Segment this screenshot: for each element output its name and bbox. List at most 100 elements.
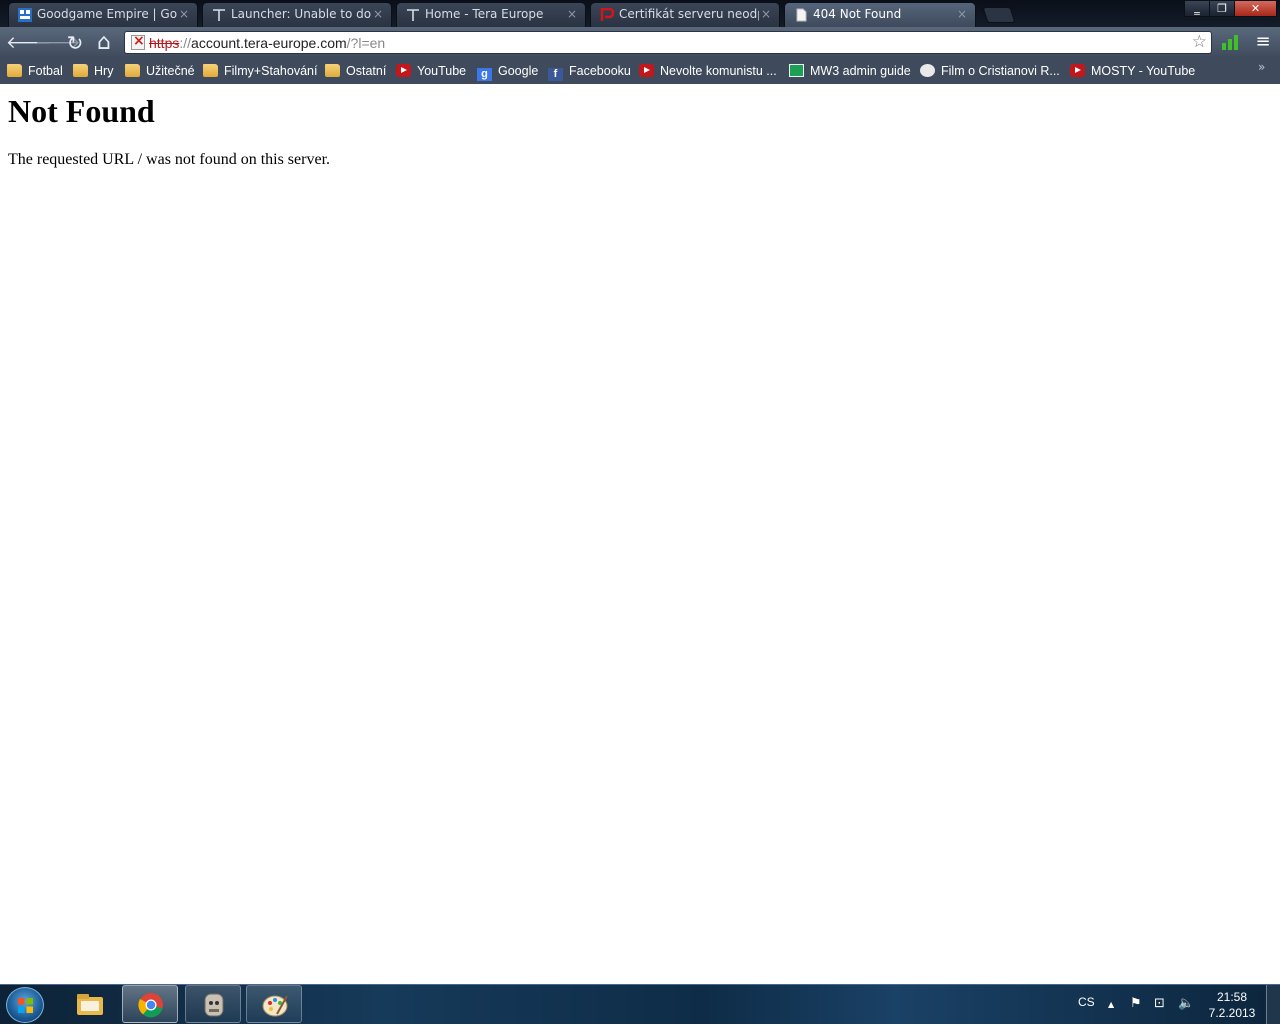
- clock-time: 21:58: [1216, 990, 1248, 1004]
- bookmark-star-icon[interactable]: ☆: [1192, 32, 1207, 52]
- tera-icon: [407, 9, 419, 21]
- tab-close-icon[interactable]: ×: [957, 7, 967, 21]
- bookmark-label: MW3 admin guide: [810, 64, 911, 78]
- navigation-toolbar: 🡐 🡒 ↻ ⌂ × https://account.tera-europe.co…: [0, 27, 1280, 58]
- paint-palette-icon: [262, 995, 288, 1017]
- tray-expand-icon[interactable]: ▲: [1108, 1000, 1114, 1009]
- tab-certificate[interactable]: Certifikát serveru neodpo ×: [590, 2, 780, 27]
- taskbar-explorer[interactable]: [62, 985, 118, 1023]
- windows-taskbar: CS ▲ ⚑ ⊡ 🔈 21:58 7.2.2013: [0, 984, 1280, 1025]
- bookmark-label: Nevolte komunistu ...: [660, 64, 777, 78]
- page-content: Not Found The requested URL / was not fo…: [0, 84, 1280, 984]
- home-button[interactable]: ⌂: [93, 32, 115, 54]
- spreadsheet-icon: [789, 64, 804, 77]
- folder-explorer-icon: [77, 994, 103, 1015]
- bookmark-mw3[interactable]: MW3 admin guide: [789, 62, 911, 80]
- tab-title: Launcher: Unable to down: [231, 7, 371, 21]
- bookmark-facebooku[interactable]: f Facebooku: [548, 62, 631, 81]
- bookmark-label: Film o Cristianovi R...: [941, 64, 1060, 78]
- real-madrid-icon: [920, 64, 935, 77]
- tab-close-icon[interactable]: ×: [373, 7, 383, 21]
- start-button[interactable]: [6, 987, 44, 1023]
- bookmark-youtube[interactable]: YouTube: [396, 62, 466, 80]
- close-window-button[interactable]: ✕: [1234, 0, 1277, 17]
- show-desktop-button[interactable]: [1266, 985, 1280, 1025]
- page-heading: Not Found: [8, 93, 155, 129]
- tab-close-icon[interactable]: ×: [179, 7, 189, 21]
- url-separator: ://: [179, 35, 192, 51]
- reload-button[interactable]: ↻: [64, 32, 86, 54]
- browser-window-frame: Goodgame Empire | Good × Launcher: Unabl…: [0, 0, 1280, 84]
- page-icon: [796, 8, 807, 22]
- new-tab-button[interactable]: [982, 7, 1016, 23]
- url-scheme: https: [149, 35, 180, 51]
- volume-icon[interactable]: 🔈: [1178, 996, 1194, 1011]
- taskbar-paint[interactable]: [246, 985, 302, 1023]
- facebook-icon: f: [548, 68, 563, 81]
- tab-title: Certifikát serveru neodpo: [619, 7, 759, 21]
- folder-icon: [73, 64, 88, 77]
- clock-date: 7.2.2013: [1208, 1006, 1256, 1020]
- bookmarks-bar: Fotbal Hry Užitečné Filmy+Stahování Osta…: [0, 58, 1280, 84]
- taskbar-chrome[interactable]: [122, 985, 178, 1023]
- minimize-button[interactable]: ‗: [1184, 0, 1210, 17]
- bookmark-label: Fotbal: [28, 64, 63, 78]
- chrome-menu-icon[interactable]: ≡: [1254, 32, 1272, 52]
- network-icon[interactable]: ⊡: [1154, 996, 1165, 1011]
- bookmark-hry[interactable]: Hry: [73, 62, 113, 80]
- google-icon: g: [477, 68, 492, 81]
- bookmark-label: Ostatní: [346, 64, 387, 78]
- bookmark-label: Užitečné: [146, 64, 195, 78]
- system-clock[interactable]: 21:58 7.2.2013: [1204, 989, 1260, 1021]
- bookmark-film-cristiano[interactable]: Film o Cristianovi R...: [920, 62, 1060, 80]
- bookmark-uzitecne[interactable]: Užitečné: [125, 62, 195, 80]
- bookmark-label: Facebooku: [569, 64, 631, 78]
- folder-icon: [125, 64, 140, 77]
- bookmark-ostatni[interactable]: Ostatní: [325, 62, 386, 80]
- bookmark-label: Filmy+Stahování: [224, 64, 318, 78]
- tab-strip: Goodgame Empire | Good × Launcher: Unabl…: [0, 0, 1280, 27]
- bookmark-label: Hry: [94, 64, 114, 78]
- chrome-icon: [138, 993, 163, 1018]
- tab-title: Goodgame Empire | Good: [37, 7, 177, 21]
- bookmark-fotbal[interactable]: Fotbal: [7, 62, 63, 80]
- security-warning-icon[interactable]: ×: [131, 33, 145, 50]
- tab-title: Home - Tera Europe: [425, 7, 544, 21]
- taskbar-game-launcher[interactable]: [185, 985, 241, 1023]
- tab-tera-home[interactable]: Home - Tera Europe ×: [396, 2, 586, 27]
- back-button[interactable]: 🡐: [6, 32, 52, 54]
- extension-signal-icon[interactable]: [1221, 33, 1239, 51]
- action-center-flag-icon[interactable]: ⚑: [1130, 996, 1142, 1011]
- url-text[interactable]: https://account.tera-europe.com/?l=en: [149, 35, 385, 51]
- bookmark-filmy[interactable]: Filmy+Stahování: [203, 62, 317, 80]
- security-x: ×: [133, 33, 145, 49]
- tab-404[interactable]: 404 Not Found ×: [784, 2, 976, 27]
- tab-launcher[interactable]: Launcher: Unable to down ×: [202, 2, 392, 27]
- tab-title: 404 Not Found: [813, 7, 902, 21]
- bookmarks-overflow-icon[interactable]: »: [1258, 60, 1265, 74]
- url-path: /?l=en: [346, 35, 386, 51]
- tab-goodgame[interactable]: Goodgame Empire | Good ×: [8, 2, 198, 27]
- restore-button[interactable]: ❐: [1209, 0, 1235, 17]
- bookmark-nevolte[interactable]: Nevolte komunistu ...: [639, 62, 777, 80]
- language-indicator[interactable]: CS: [1078, 995, 1095, 1009]
- bookmark-label: YouTube: [417, 64, 467, 78]
- forward-button[interactable]: 🡒: [35, 32, 81, 54]
- windows-logo-icon: [18, 998, 33, 1013]
- bookmark-label: MOSTY - YouTube: [1091, 64, 1196, 78]
- goodgame-icon: [18, 8, 32, 22]
- tab-close-icon[interactable]: ×: [567, 7, 577, 21]
- bookmark-label: Google: [498, 64, 539, 78]
- bookmark-google[interactable]: g Google: [477, 62, 539, 81]
- bookmark-mosty[interactable]: MOSTY - YouTube: [1070, 62, 1195, 80]
- game-launcher-icon: [204, 993, 224, 1017]
- youtube-icon: [1070, 64, 1085, 77]
- youtube-icon: [639, 64, 654, 77]
- error-message: The requested URL / was not found on thi…: [8, 151, 331, 168]
- tera-icon: [213, 9, 225, 21]
- address-bar[interactable]: × https://account.tera-europe.com/?l=en …: [124, 31, 1212, 54]
- url-host: account.tera-europe.com: [191, 35, 347, 51]
- tab-close-icon[interactable]: ×: [761, 7, 771, 21]
- p-logo-icon: [600, 8, 614, 21]
- folder-icon: [7, 64, 22, 77]
